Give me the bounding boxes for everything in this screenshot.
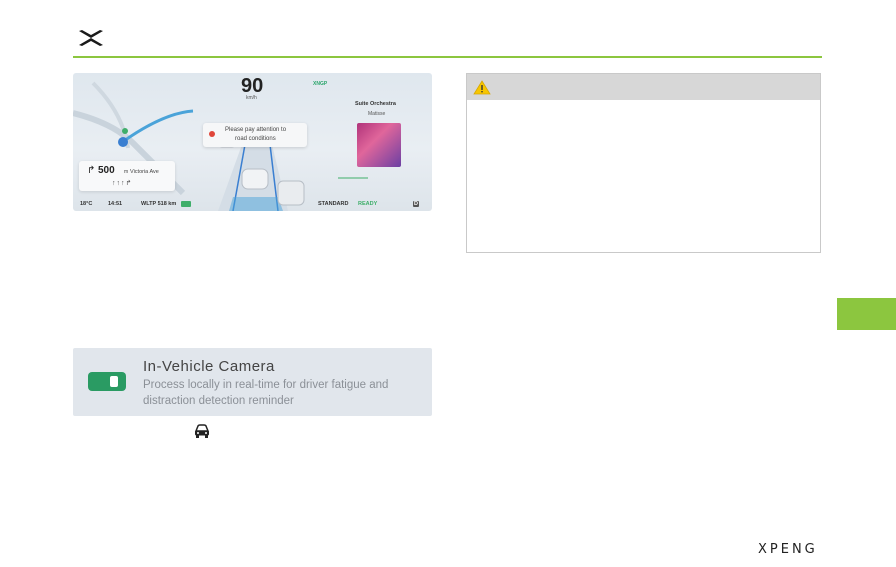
ready-status: READY [358, 201, 378, 207]
in-vehicle-camera-card: In-Vehicle Camera Process locally in rea… [73, 348, 432, 416]
assist-tag: XNGP [313, 81, 328, 87]
turn-right-icon: ↱ [87, 165, 96, 176]
alert-line1: Please pay attention to [225, 127, 287, 133]
lane-guidance: ↑↑↑↱ [112, 180, 133, 187]
range: WLTP 518 km [141, 201, 177, 207]
nav-distance: 500 [98, 165, 115, 176]
song-artist: Matisse [368, 111, 386, 117]
song-title: Suite Orchestra [355, 101, 396, 107]
car-icon [194, 424, 210, 438]
road-alert-card: Please pay attention to road conditions [203, 123, 307, 147]
speed-unit: km/h [246, 95, 257, 101]
alert-icon [209, 131, 215, 137]
clock: 14:51 [108, 201, 123, 207]
brand-wordmark: XPENG [758, 542, 818, 557]
camera-description-line1: Process locally in real-time for driver … [143, 379, 389, 391]
camera-toggle[interactable] [88, 372, 126, 391]
warning-box [466, 73, 821, 253]
warning-triangle-icon [473, 80, 491, 95]
instrument-cluster-image: 90 km/h XNGP Please pay attention to roa… [73, 73, 432, 211]
xpeng-logo-icon [79, 30, 103, 46]
header-divider [73, 56, 822, 58]
toggle-knob [110, 376, 118, 387]
nav-unit: m [124, 169, 129, 175]
camera-description-line2: distraction detection reminder [143, 395, 294, 407]
alert-line2: road conditions [235, 136, 276, 142]
drive-mode: STANDARD [318, 201, 349, 207]
navigation-card: ↱ 500 m Victoria Ave ↑↑↑↱ [79, 161, 175, 191]
battery-icon [181, 201, 191, 207]
camera-title: In-Vehicle Camera [143, 358, 275, 375]
gear-indicator: D [413, 201, 419, 207]
temperature: 18°C [80, 201, 93, 207]
warning-header [467, 74, 820, 100]
nav-street: Victoria Ave [130, 169, 159, 175]
chapter-tab [837, 298, 896, 330]
album-art [357, 123, 401, 167]
cluster-status-bar: 18°C 14:51 WLTP 518 km STANDARD READY D [73, 199, 432, 211]
